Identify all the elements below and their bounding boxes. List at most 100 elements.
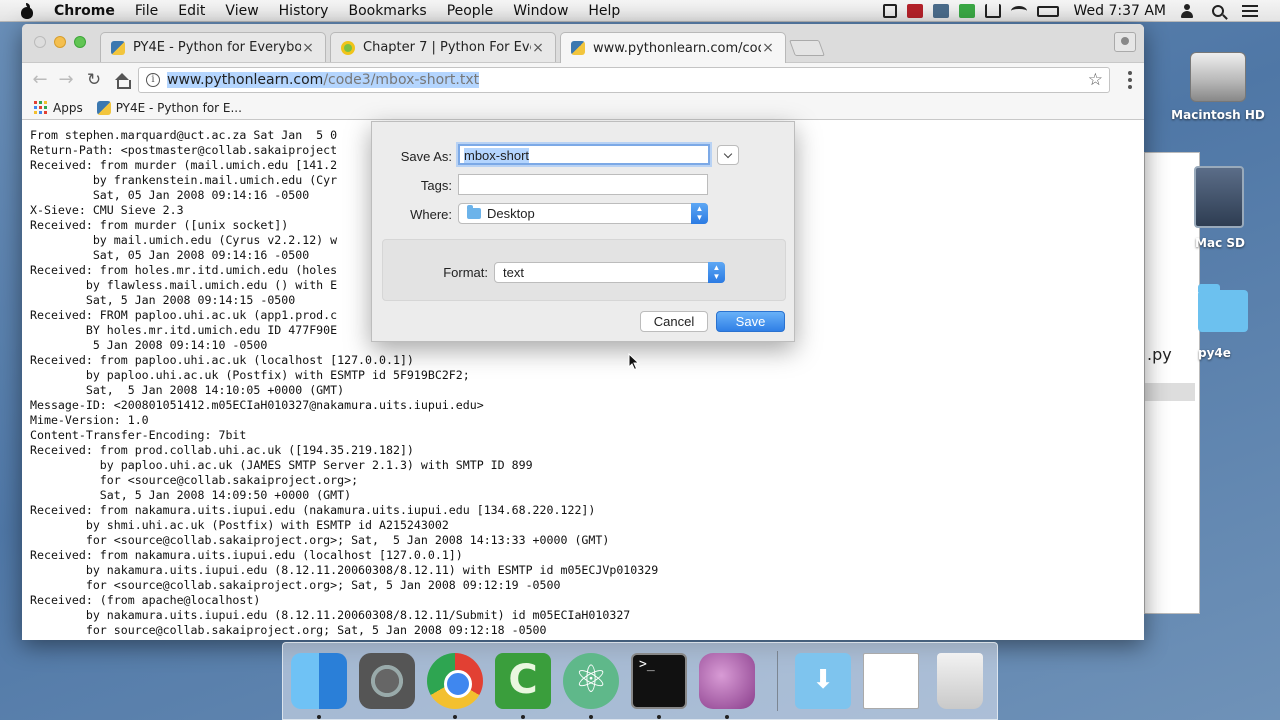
mbox-line: for <source@collab.sakaiproject.org>; Sa…: [30, 578, 561, 592]
grapher-icon[interactable]: [699, 653, 755, 709]
mbox-line: Received: from nakamura.uits.iupui.edu (…: [30, 503, 596, 517]
mbox-line: by shmi.uhi.ac.uk (Postfix) with ESMTP i…: [30, 518, 449, 532]
window-close-button[interactable]: [34, 36, 46, 48]
desktop-icon-mac-sd[interactable]: Mac SD: [1190, 166, 1250, 250]
spotlight-search-icon[interactable]: [1212, 5, 1224, 17]
tab-close-icon[interactable]: ×: [301, 40, 315, 56]
bookmark-label: PY4E - Python for E...: [115, 100, 242, 115]
menu-file[interactable]: File: [135, 3, 158, 19]
cancel-button[interactable]: Cancel: [640, 311, 708, 332]
tags-label: Tags:: [420, 178, 452, 193]
python-favicon-icon: [571, 41, 585, 55]
recording-icon[interactable]: [907, 4, 924, 18]
tab-title: www.pythonlearn.com/code3/n: [593, 40, 761, 56]
dock: [282, 642, 998, 720]
airplay-icon[interactable]: [985, 4, 1002, 18]
forward-arrow-icon[interactable]: →: [56, 70, 76, 90]
desktop-icon-label: Macintosh HD: [1171, 108, 1265, 122]
save-button[interactable]: Save: [716, 311, 785, 332]
menubar-clock[interactable]: Wed 7:37 AM: [1073, 3, 1166, 19]
battery-icon[interactable]: [1037, 5, 1060, 17]
notification-center-icon[interactable]: [1242, 5, 1258, 17]
evernote-icon[interactable]: [959, 4, 976, 18]
atom-icon[interactable]: [563, 653, 619, 709]
folder-icon: [467, 205, 481, 219]
terminal-icon[interactable]: [631, 653, 687, 709]
camtasia-icon[interactable]: [495, 653, 551, 709]
mbox-line: for source@collab.sakaiproject.org; Sat,…: [30, 623, 547, 637]
save-as-value: mbox-short: [464, 148, 530, 163]
bookmark-star-icon[interactable]: ☆: [1088, 70, 1103, 90]
menu-app-name[interactable]: Chrome: [54, 3, 115, 19]
desktop-icon-py4e[interactable]: py4e: [1196, 284, 1256, 360]
running-indicator: [725, 715, 729, 719]
python-favicon-icon: [111, 40, 125, 55]
window-zoom-button[interactable]: [74, 36, 86, 48]
home-icon[interactable]: [114, 73, 131, 89]
running-indicator: [317, 715, 321, 719]
mbox-line: Received: from paploo.uhi.ac.uk (localho…: [30, 353, 414, 367]
python-favicon-icon: [96, 100, 111, 115]
url-host: www.pythonlearn.com: [167, 72, 324, 88]
window-minimize-button[interactable]: [54, 36, 66, 48]
menu-view[interactable]: View: [225, 3, 258, 19]
profile-button[interactable]: [1114, 32, 1136, 52]
system-preferences-icon[interactable]: [359, 653, 415, 709]
selected-row: [1145, 383, 1195, 401]
mbox-line: Message-ID: <200801051412.m05ECIaH010327…: [30, 398, 484, 412]
tab-strip: PY4E - Python for Everybody × Chapter 7 …: [22, 24, 1144, 63]
mbox-line: Mime-Version: 1.0: [30, 413, 149, 427]
mbox-line: for <source@collab.sakaiproject.org>;: [30, 473, 359, 487]
format-select[interactable]: text ▲ ▼: [494, 262, 725, 283]
dock-separator: [777, 651, 778, 711]
save-as-label: Save As:: [400, 149, 452, 164]
running-indicator: [453, 715, 457, 719]
apple-menu-icon[interactable]: [20, 2, 34, 19]
status-menus: Wed 7:37 AM: [883, 0, 1280, 22]
menu-help[interactable]: Help: [588, 3, 620, 19]
user-icon[interactable]: [1180, 4, 1194, 18]
tab-mbox-short[interactable]: www.pythonlearn.com/code3/n ×: [560, 32, 786, 63]
file-extension-text: .py: [1147, 345, 1172, 364]
display-icon[interactable]: [933, 4, 950, 18]
desktop-icon-label: Mac SD: [1195, 236, 1245, 250]
downloads-folder-icon[interactable]: [795, 653, 851, 709]
apps-grid-icon: [34, 101, 47, 114]
tab-close-icon[interactable]: ×: [531, 40, 545, 56]
chrome-icon[interactable]: [427, 653, 483, 709]
mbox-line: Received: from nakamura.uits.iupui.edu (…: [30, 548, 463, 562]
new-tab-button[interactable]: [789, 40, 825, 56]
menu-people[interactable]: People: [447, 3, 494, 19]
hard-drive-icon: [1190, 52, 1246, 102]
desktop-icon-macintosh-hd[interactable]: Macintosh HD: [1168, 52, 1268, 122]
wifi-icon[interactable]: [1011, 6, 1028, 16]
page-info-icon[interactable]: i: [146, 73, 160, 87]
menu-history[interactable]: History: [279, 3, 329, 19]
menu-edit[interactable]: Edit: [178, 3, 205, 19]
back-arrow-icon[interactable]: ←: [30, 70, 50, 90]
pen-tool-icon[interactable]: [883, 4, 898, 18]
bookmark-apps[interactable]: Apps: [22, 101, 83, 115]
finder-icon[interactable]: [291, 653, 347, 709]
chrome-menu-icon[interactable]: [1128, 71, 1132, 89]
bookmark-py4e[interactable]: PY4E - Python for E...: [96, 100, 242, 115]
menu-window[interactable]: Window: [513, 3, 568, 19]
screenshots-stack-icon[interactable]: [863, 653, 919, 709]
tags-input[interactable]: [458, 174, 708, 195]
select-arrows-icon: ▲ ▼: [691, 203, 708, 224]
save-as-input[interactable]: mbox-short: [458, 144, 710, 165]
mbox-line: Received: (from apache@localhost): [30, 593, 261, 607]
mbox-line: by nakamura.uits.iupui.edu (8.12.11.2006…: [30, 563, 659, 577]
address-bar[interactable]: i www.pythonlearn.com/code3/mbox-short.t…: [138, 67, 1110, 93]
where-select[interactable]: Desktop ▲ ▼: [458, 203, 708, 224]
expand-dialog-chevron-icon[interactable]: [717, 145, 739, 165]
tab-py4e[interactable]: PY4E - Python for Everybody ×: [100, 32, 326, 62]
tab-chapter-7[interactable]: Chapter 7 | Python For Everyo ×: [330, 32, 556, 62]
menu-bookmarks[interactable]: Bookmarks: [348, 3, 426, 19]
reload-icon[interactable]: ↻: [84, 70, 104, 90]
tab-close-icon[interactable]: ×: [761, 40, 775, 56]
trash-icon[interactable]: [937, 653, 983, 709]
folder-icon: [1198, 284, 1248, 332]
format-label: Format:: [443, 265, 488, 280]
mbox-line: by paploo.uhi.ac.uk (Postfix) with ESMTP…: [30, 368, 470, 382]
